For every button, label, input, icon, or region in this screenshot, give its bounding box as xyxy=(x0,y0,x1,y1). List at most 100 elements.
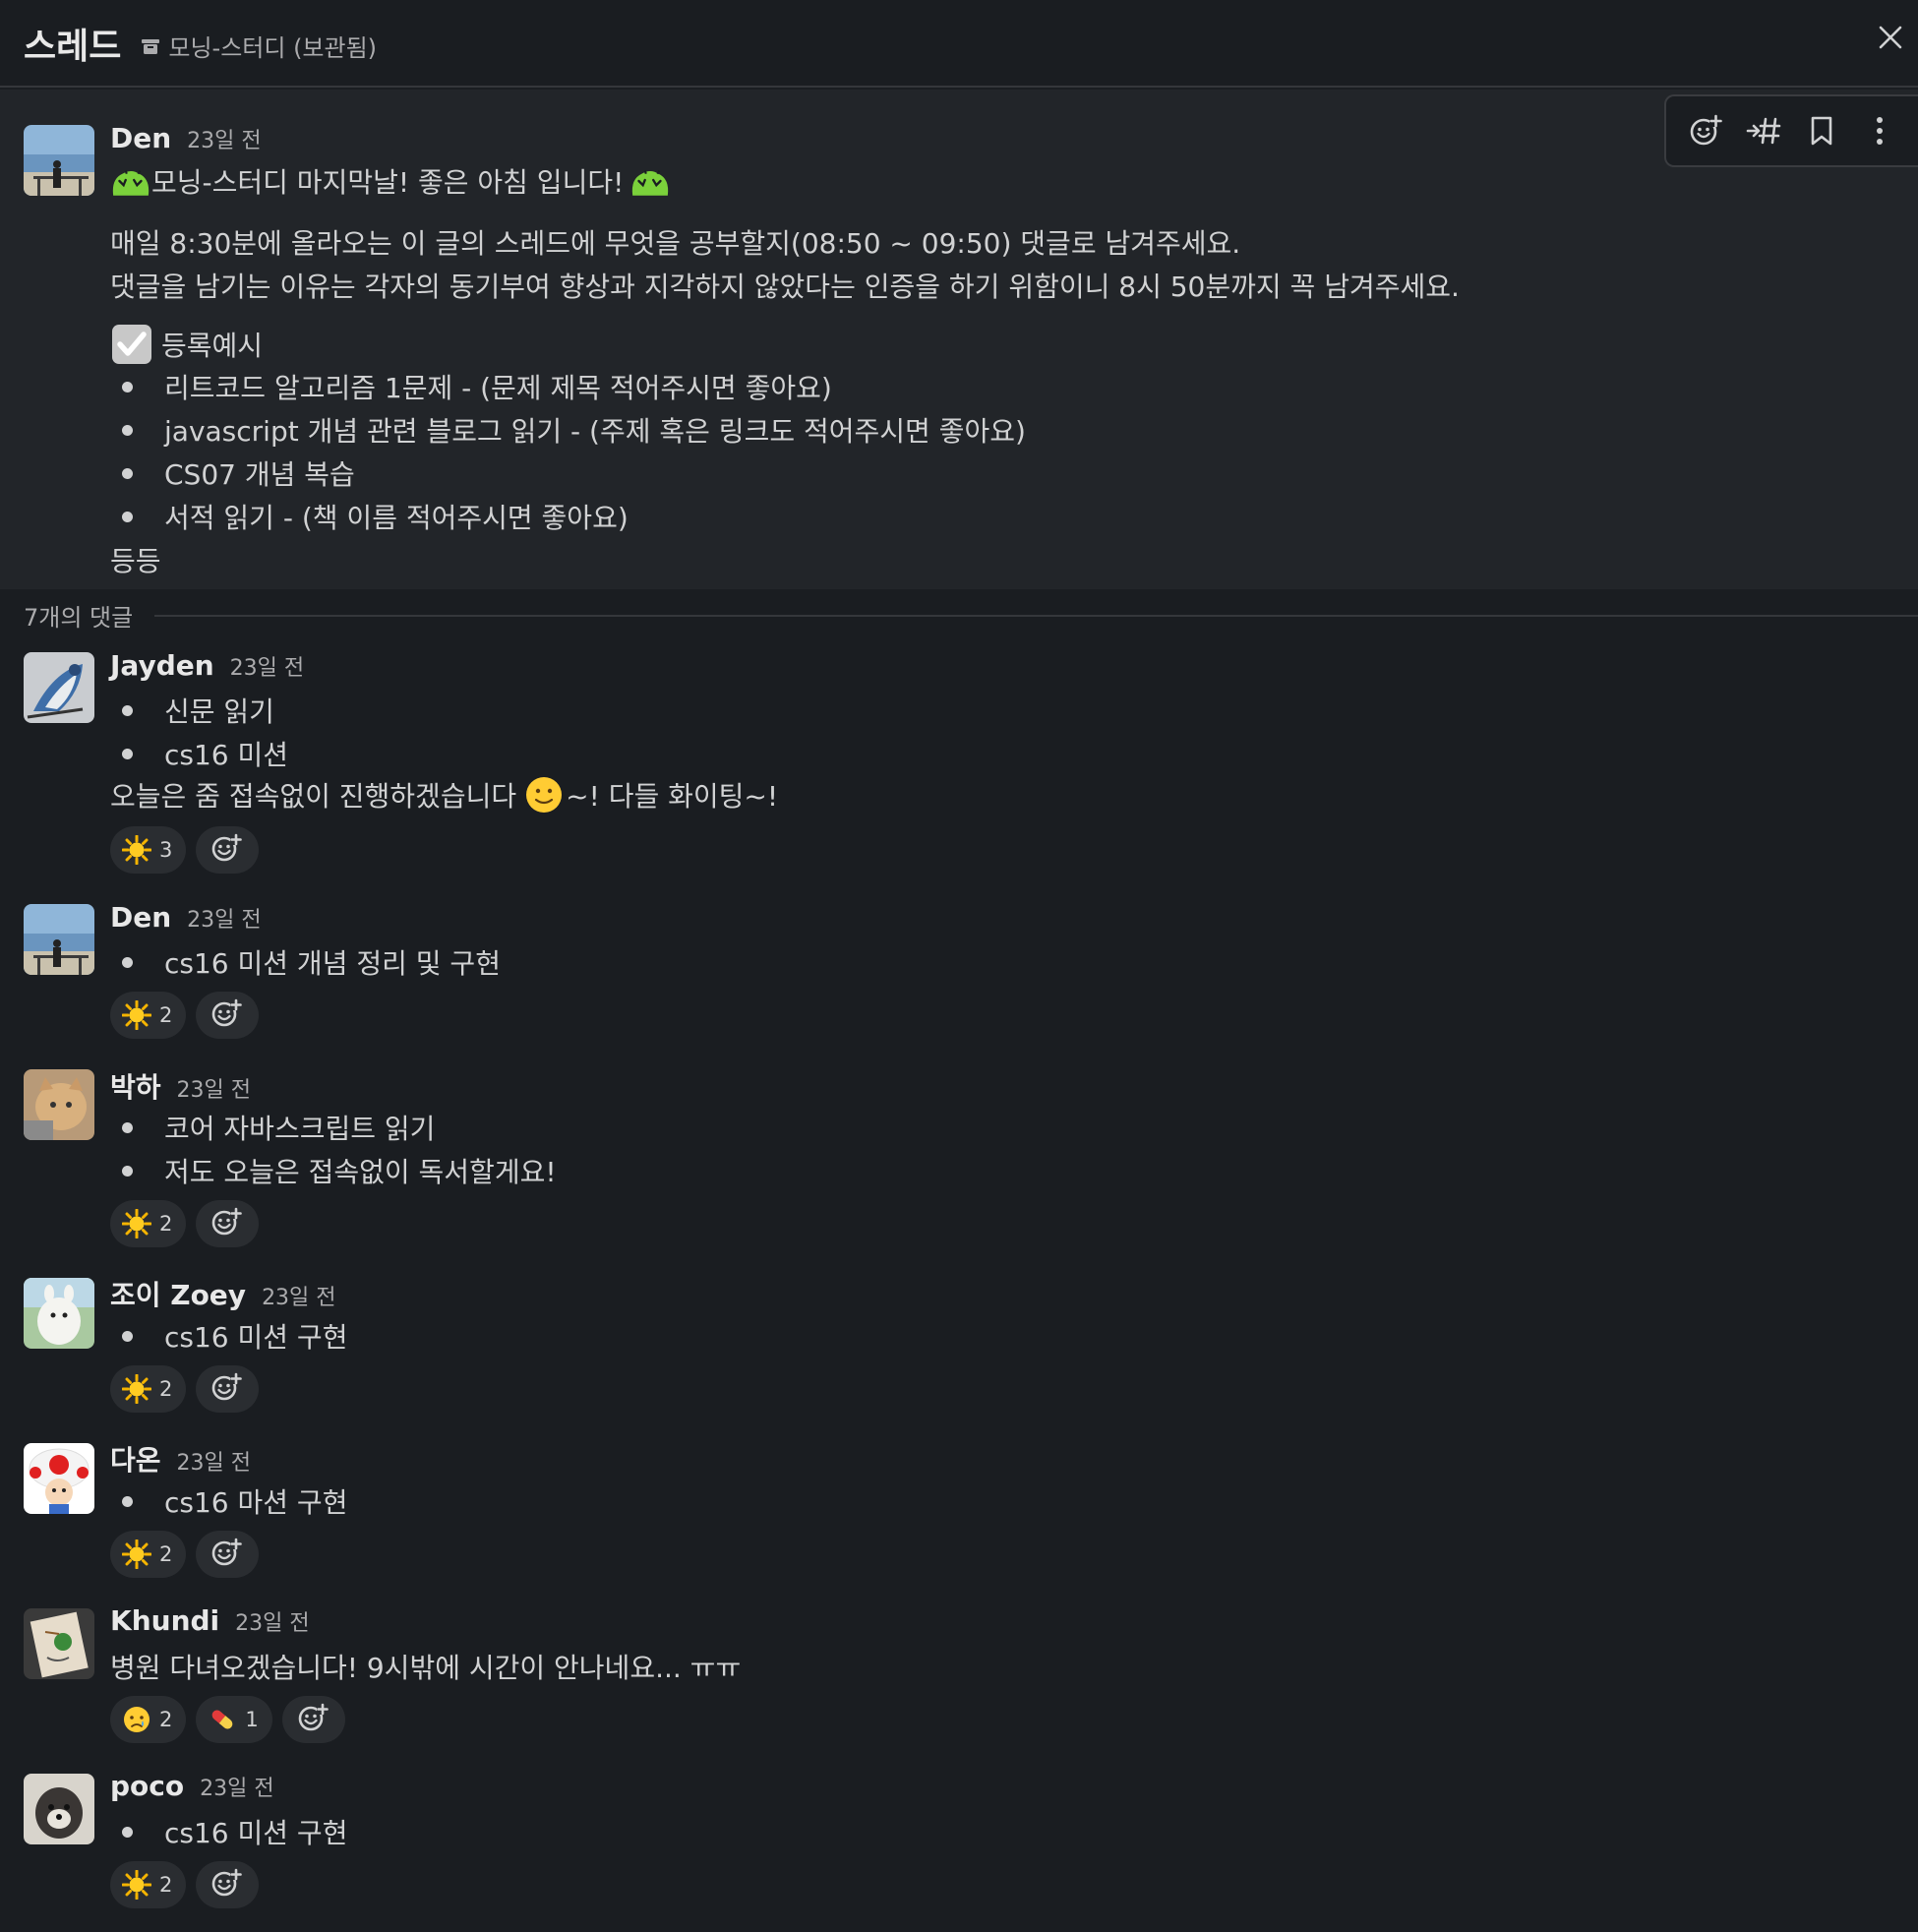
avatar-den[interactable] xyxy=(24,904,94,975)
reply-count: 7개의 댓글 xyxy=(24,604,134,632)
add-reaction-icon xyxy=(298,1703,330,1731)
replies-divider: 7개의 댓글 xyxy=(24,598,1918,633)
add-reaction-button[interactable] xyxy=(196,1365,260,1413)
sun-icon xyxy=(122,835,151,865)
add-reaction-button[interactable] xyxy=(281,1696,345,1743)
message-body-line: 댓글을 남기는 이유는 각자의 동기부여 향상과 지각하지 않았다는 인증을 하… xyxy=(110,271,1460,303)
green-blob-emoji-icon xyxy=(631,169,670,197)
list-item: cs16 미션 개념 정리 및 구현 xyxy=(164,947,501,980)
author-name[interactable]: Khundi xyxy=(110,1604,219,1637)
reaction-count: 2 xyxy=(159,1708,173,1731)
reaction-count: 2 xyxy=(159,1873,173,1897)
message-title: 모닝-스터디 마지막날! 좋은 아침 입니다! xyxy=(151,166,625,199)
reaction-count: 2 xyxy=(159,1212,173,1236)
more-vertical-icon[interactable] xyxy=(1875,115,1885,147)
avatar-daon[interactable] xyxy=(24,1443,94,1514)
green-blob-emoji-icon xyxy=(111,169,150,197)
add-reaction-icon xyxy=(212,1372,244,1401)
avatar-jayden[interactable] xyxy=(24,652,94,723)
message-actions-toolbar xyxy=(1664,94,1918,167)
avatar-zoey[interactable] xyxy=(24,1278,94,1349)
timestamp[interactable]: 23일 전 xyxy=(177,1445,251,1477)
timestamp[interactable]: 23일 전 xyxy=(187,123,261,154)
avatar-poco[interactable] xyxy=(24,1774,94,1844)
avatar-den[interactable] xyxy=(24,125,94,196)
reaction-sun[interactable]: 2 xyxy=(110,1365,187,1413)
save-message-button[interactable] xyxy=(1800,109,1843,152)
timestamp[interactable]: 23일 전 xyxy=(200,1771,273,1802)
reaction-pill[interactable]: 1 xyxy=(196,1696,272,1743)
add-reaction-button[interactable] xyxy=(196,1200,260,1247)
sun-icon xyxy=(122,1870,151,1900)
bullet xyxy=(122,1121,133,1133)
list-item: cs16 미션 xyxy=(164,739,289,771)
list-item: CS07 개념 복습 xyxy=(164,458,355,491)
message-text: 오늘은 줌 접속없이 진행하겠습니다 xyxy=(110,780,517,813)
add-reaction-button[interactable] xyxy=(1684,109,1727,152)
timestamp[interactable]: 23일 전 xyxy=(230,650,304,682)
add-reaction-button[interactable] xyxy=(196,992,260,1039)
add-reaction-icon xyxy=(212,1538,244,1566)
author-name[interactable]: poco xyxy=(110,1770,184,1802)
reaction-count: 2 xyxy=(159,1377,173,1401)
add-reaction-button[interactable] xyxy=(196,1861,260,1908)
more-actions-button[interactable] xyxy=(1858,109,1901,152)
divider-line xyxy=(154,614,1918,617)
channel-link[interactable]: 모닝-스터디 (보관됨) xyxy=(139,29,377,63)
reaction-sun[interactable]: 2 xyxy=(110,1200,187,1247)
add-reaction-icon[interactable] xyxy=(1689,114,1722,148)
avatar-khundi[interactable] xyxy=(24,1608,94,1679)
bookmark-icon[interactable] xyxy=(1809,115,1834,147)
slightly-smiling-face-icon xyxy=(526,777,563,813)
timestamp[interactable]: 23일 전 xyxy=(177,1072,251,1104)
forward-hash-icon[interactable] xyxy=(1746,115,1781,147)
reaction-count: 1 xyxy=(245,1708,259,1731)
reaction-count: 3 xyxy=(159,838,173,862)
author-name[interactable]: 조이 Zoey xyxy=(110,1274,246,1313)
author-name[interactable]: Jayden xyxy=(110,649,214,682)
avatar-bakha[interactable] xyxy=(24,1069,94,1140)
message-footer: 등등 xyxy=(110,545,161,577)
reaction-count: 2 xyxy=(159,1003,173,1027)
bullet xyxy=(122,1495,133,1507)
add-reaction-icon xyxy=(212,833,244,862)
timestamp[interactable]: 23일 전 xyxy=(262,1280,335,1311)
list-item: cs16 미션 구현 xyxy=(164,1817,348,1849)
author-name[interactable]: Den xyxy=(110,901,171,934)
share-to-channel-button[interactable] xyxy=(1742,109,1785,152)
add-reaction-button[interactable] xyxy=(196,1531,260,1578)
reaction-sun[interactable]: 3 xyxy=(110,826,187,874)
add-reaction-icon xyxy=(212,1868,244,1897)
bullet xyxy=(122,1330,133,1342)
list-item: cs16 마션 구현 xyxy=(164,1486,348,1519)
author-name[interactable]: 박하 xyxy=(110,1066,161,1106)
reaction-sun[interactable]: 2 xyxy=(110,1531,187,1578)
sun-icon xyxy=(122,1374,151,1404)
bullet xyxy=(122,956,133,968)
thread-header: 스레드 모닝-스터디 (보관됨) xyxy=(0,0,1918,88)
reaction-sun[interactable]: 2 xyxy=(110,1861,187,1908)
list-item: 서적 읽기 - (책 이름 적어주시면 좋아요) xyxy=(164,502,629,534)
close-button[interactable] xyxy=(1871,18,1910,57)
pill-icon xyxy=(212,1710,233,1729)
timestamp[interactable]: 23일 전 xyxy=(187,902,261,934)
add-reaction-button[interactable] xyxy=(196,826,260,874)
sun-icon xyxy=(122,1000,151,1030)
timestamp[interactable]: 23일 전 xyxy=(235,1605,309,1637)
reaction-crying-face[interactable]: 2 xyxy=(110,1696,187,1743)
bullet xyxy=(122,748,133,759)
author-name[interactable]: Den xyxy=(110,122,171,154)
author-name[interactable]: 다온 xyxy=(110,1439,161,1479)
list-item: javascript 개념 관련 블로그 읽기 - (주제 혹은 링크도 적어주… xyxy=(164,415,1026,448)
thread-title: 스레드 xyxy=(24,26,122,67)
channel-name[interactable]: 모닝-스터디 (보관됨) xyxy=(168,29,377,63)
archive-icon xyxy=(139,34,162,58)
bullet xyxy=(122,704,133,716)
add-reaction-icon xyxy=(212,998,244,1027)
close-icon[interactable] xyxy=(1878,25,1903,50)
bullet xyxy=(122,381,133,392)
reaction-sun[interactable]: 2 xyxy=(110,992,187,1039)
list-item: cs16 미션 구현 xyxy=(164,1321,348,1354)
list-item: 신문 읽기 xyxy=(164,695,274,728)
message-text: 병원 다녀오겠습니다! 9시밖에 시간이 안나네요... ㅠㅠ xyxy=(110,1652,742,1684)
